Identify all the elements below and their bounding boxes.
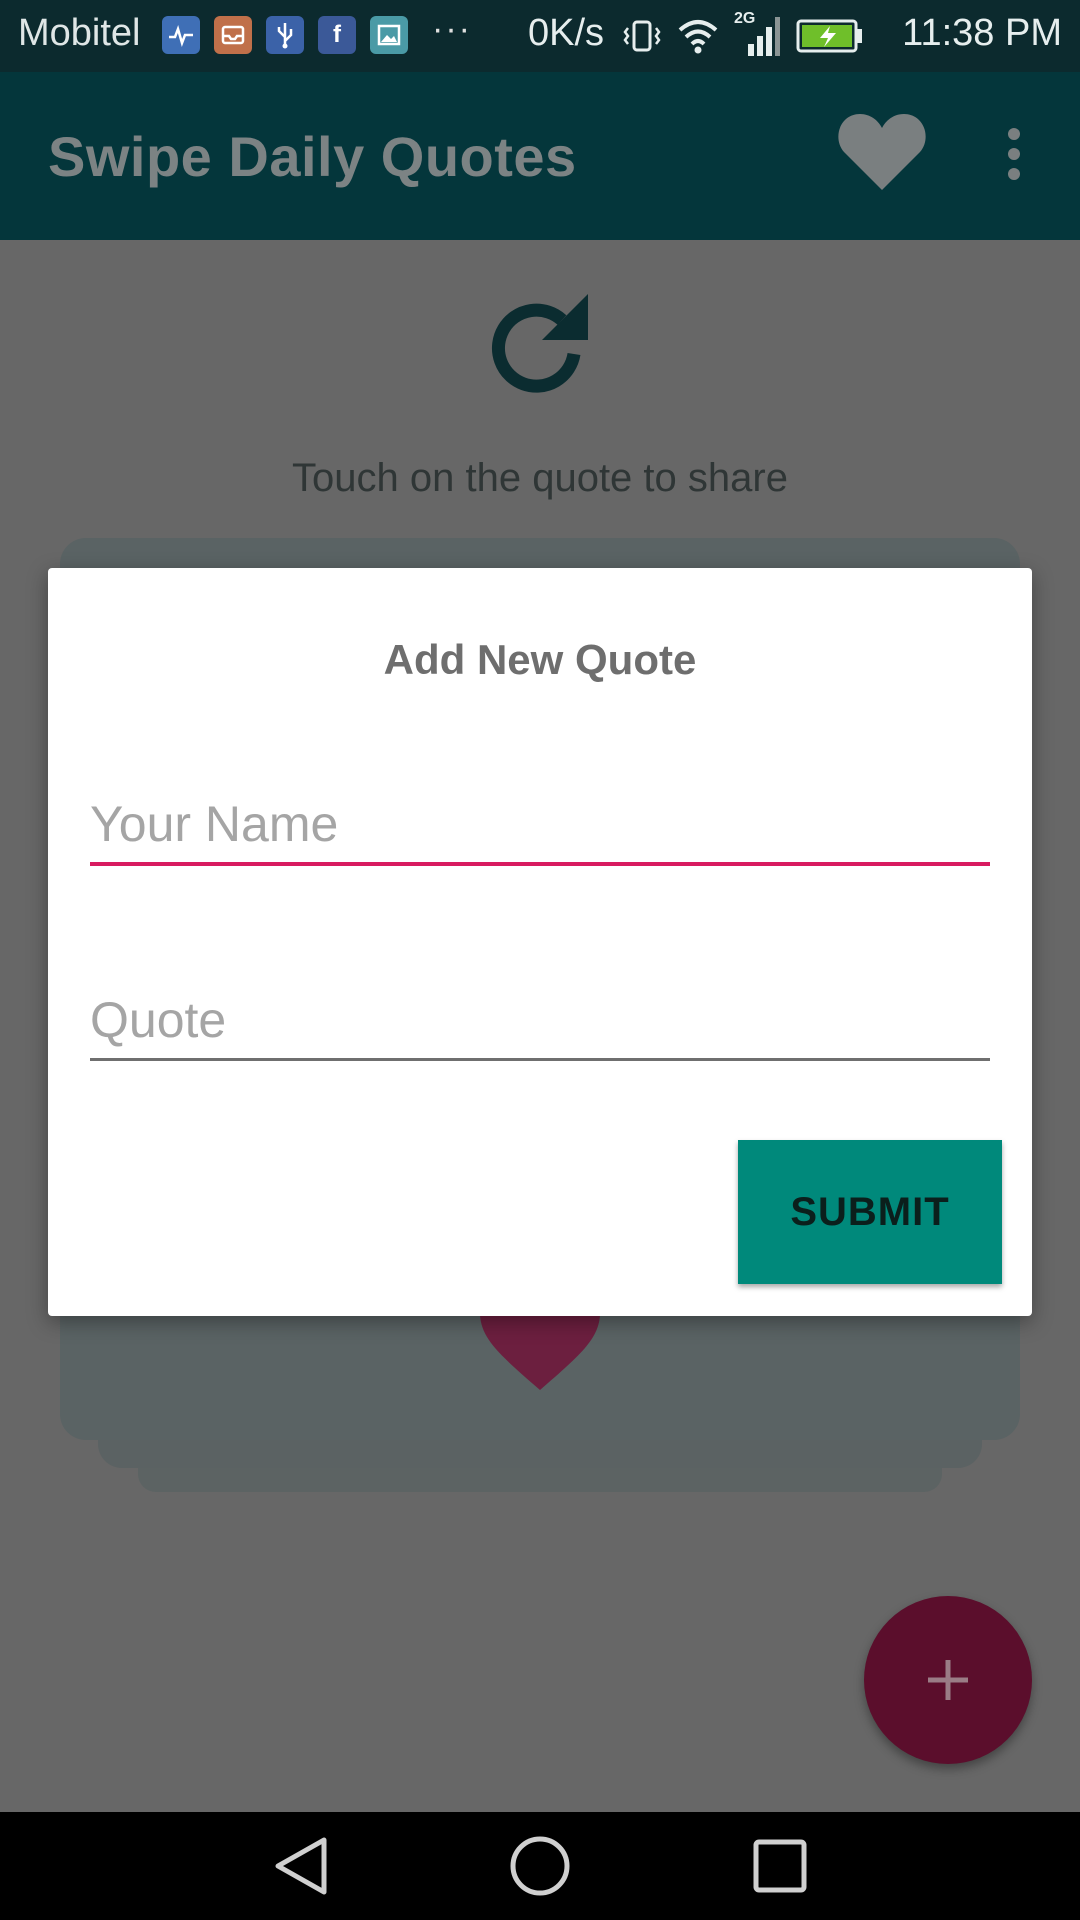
add-quote-fab[interactable] <box>864 1596 1032 1764</box>
inbox-icon <box>214 16 252 54</box>
battery-charging-icon <box>796 19 862 53</box>
network-speed: 0K/s <box>528 12 605 54</box>
card-like-button[interactable] <box>476 1306 604 1390</box>
add-quote-dialog: Add New Quote SUBMIT <box>48 568 1032 1316</box>
recents-button[interactable] <box>744 1830 816 1902</box>
gallery-icon <box>370 16 408 54</box>
back-button[interactable] <box>264 1830 336 1902</box>
refresh-icon <box>492 294 588 393</box>
clock: 11:38 PM <box>902 12 1062 54</box>
more-notifications-indicator: ··· <box>432 10 472 48</box>
cell-signal-icon: 2G <box>734 10 782 58</box>
back-icon <box>275 1837 327 1895</box>
status-bar: Mobitel f ··· 0K/s 2G 11:38 PM <box>0 0 1080 72</box>
share-hint-text: Touch on the quote to share <box>292 456 788 500</box>
card-heart-icon <box>479 1306 601 1390</box>
overflow-menu-icon <box>1008 128 1020 180</box>
home-button[interactable] <box>504 1830 576 1902</box>
refresh-button[interactable] <box>488 290 592 398</box>
facebook-icon: f <box>318 16 356 54</box>
wifi-icon <box>678 20 718 54</box>
your-name-input[interactable] <box>90 786 990 866</box>
notification-icons: f <box>162 16 408 54</box>
quote-input[interactable] <box>90 982 990 1061</box>
favorites-button[interactable] <box>836 110 928 194</box>
dialog-title: Add New Quote <box>383 636 697 683</box>
usb-icon <box>266 16 304 54</box>
overflow-menu-button[interactable] <box>1000 128 1028 180</box>
system-icons: 2G <box>622 10 864 58</box>
submit-button[interactable]: SUBMIT <box>738 1140 1002 1284</box>
vibrate-icon <box>623 20 661 52</box>
carrier-name: Mobitel <box>18 12 141 54</box>
heart-icon <box>838 114 926 190</box>
recents-icon <box>753 1839 807 1893</box>
app-title: Swipe Daily Quotes <box>48 125 577 188</box>
home-icon <box>510 1836 570 1896</box>
plus-icon <box>928 1660 968 1700</box>
health-icon <box>162 16 200 54</box>
navigation-bar <box>0 1812 1080 1920</box>
